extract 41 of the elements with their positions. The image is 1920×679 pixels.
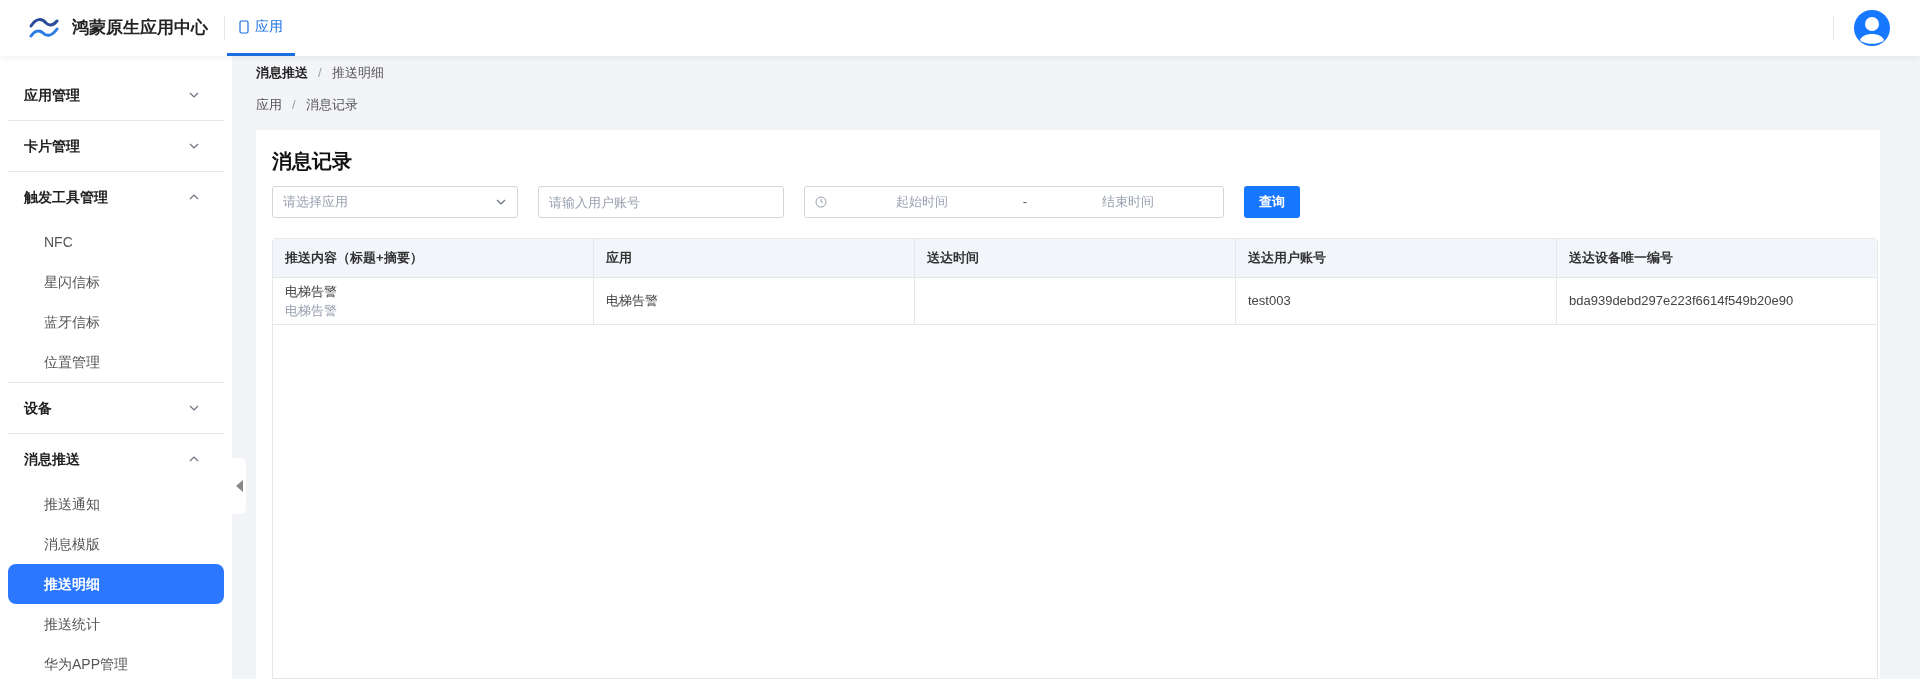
breadcrumb-link[interactable]: 消息记录	[305, 95, 358, 115]
menu-item[interactable]: 推送明细	[8, 564, 224, 604]
app-title: 鸿蒙原生应用中心	[72, 17, 208, 40]
menu-group[interactable]: 卡片管理	[8, 121, 224, 171]
menu-group[interactable]: 消息推送	[8, 434, 224, 484]
menu-item[interactable]: 消息模版	[8, 524, 224, 564]
date-range-field[interactable]: 起始时间 - 结束时间	[804, 186, 1224, 218]
column-header: 送达时间	[915, 239, 1236, 277]
menu-item[interactable]: NFC	[8, 222, 224, 262]
account-input[interactable]: 请输入用户账号	[538, 186, 784, 218]
breadcrumb-link[interactable]: 应用	[256, 95, 282, 115]
query-button[interactable]: 查询	[1244, 186, 1300, 218]
menu-item[interactable]: 位置管理	[8, 342, 224, 382]
breadcrumb-separator: /	[318, 64, 322, 83]
menu-item[interactable]: 星闪信标	[8, 262, 224, 302]
nav-tab[interactable]: 应用	[227, 0, 295, 56]
table-cell-text: test003	[1248, 292, 1291, 311]
avatar-icon[interactable]	[1854, 10, 1890, 46]
breadcrumb-separator: /	[292, 96, 296, 115]
menu-group[interactable]: 设备	[8, 383, 224, 433]
menu-item[interactable]: 蓝牙信标	[8, 302, 224, 342]
column-header: 送达设备唯一编号	[1568, 249, 1674, 268]
page-title: 消息记录	[272, 149, 353, 174]
column-header: 推送内容（标题+摘要）	[273, 239, 594, 277]
table-cell-text: 电梯告警	[606, 292, 658, 311]
message-title: 电梯告警	[285, 282, 338, 301]
collapse-handle[interactable]	[232, 458, 246, 514]
menu-item[interactable]: 推送统计	[8, 604, 224, 644]
phone-icon	[239, 19, 249, 34]
menu-group[interactable]: 应用管理	[8, 70, 224, 120]
message-summary: 电梯告警	[285, 302, 338, 320]
column-header: 应用	[594, 239, 915, 277]
clock-icon	[815, 196, 827, 208]
breadcrumb-link[interactable]: 推送明细	[331, 63, 384, 83]
table-cell-text: bda939debd297e223f6614f549b20e90	[1569, 292, 1794, 311]
column-header: 送达用户账号	[1236, 239, 1557, 277]
breadcrumb-link[interactable]: 消息推送	[256, 63, 308, 83]
menu-item[interactable]: 推送通知	[8, 484, 224, 524]
menu-item[interactable]: 华为APP管理	[8, 644, 224, 679]
caret-left-icon	[235, 480, 243, 492]
menu-group[interactable]: 触发工具管理	[8, 172, 224, 222]
